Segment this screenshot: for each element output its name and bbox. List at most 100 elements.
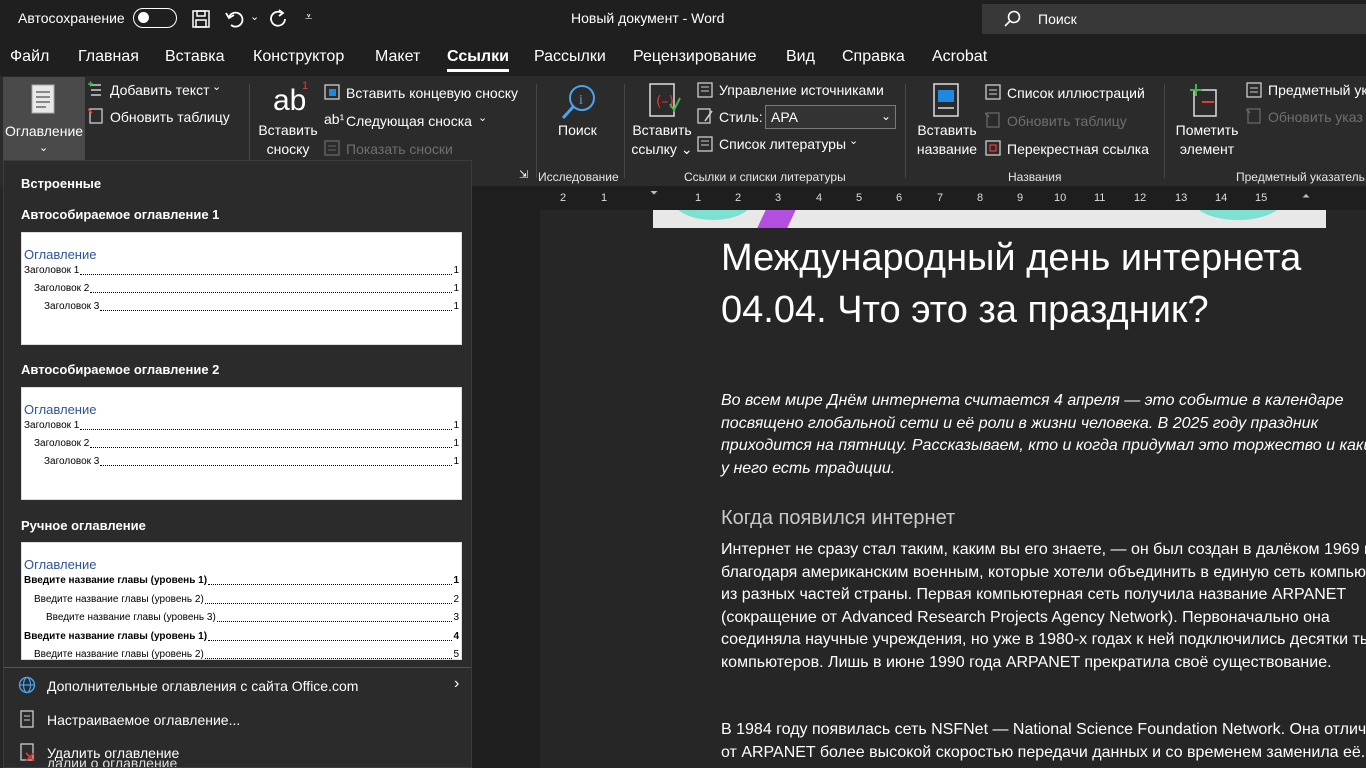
insert-footnote-line2: сноску — [266, 141, 310, 157]
insert-citation-line2: ссылку — [631, 141, 677, 157]
custom-toc-menu-item[interactable]: Настраиваемое оглавление... — [47, 712, 240, 728]
tab-mailings[interactable]: Рассылки — [534, 48, 606, 66]
insert-index-button[interactable]: Предметный ук — [1268, 82, 1366, 98]
ruler-indent-marker[interactable]: ⏷ — [650, 188, 658, 199]
footnote-superscript: 1 — [302, 80, 309, 92]
toc-preview-title: Оглавление — [24, 402, 97, 417]
redo-icon[interactable] — [267, 8, 289, 30]
add-text-dropdown-icon[interactable]: ⌄ — [212, 80, 221, 93]
separator — [624, 84, 625, 178]
dot-leader — [216, 612, 453, 622]
dialog-launcher-icon[interactable]: ⇲ — [519, 168, 528, 181]
toc-button[interactable]: Оглавление ⌄ — [3, 77, 85, 163]
insert-caption-line1: Вставить — [917, 122, 977, 138]
search-placeholder: Поиск — [1038, 11, 1077, 27]
undo-icon[interactable] — [224, 8, 246, 30]
dot-leader — [80, 420, 453, 430]
toc-line: Введите название главы (уровень 2) 5 — [24, 649, 459, 660]
tab-review[interactable]: Рецензирование — [633, 48, 757, 66]
toc-line-text: Введите название главы (уровень 1) — [24, 575, 208, 586]
customize-toolbar-icon[interactable]: ⩡ — [305, 9, 327, 31]
tab-design[interactable]: Конструктор — [253, 48, 344, 66]
toc-line-page: 1 — [453, 438, 459, 449]
toc-line: Введите название главы (уровень 3) 3 — [24, 612, 459, 626]
insert-endnote-button[interactable]: Вставить концевую сноску — [346, 85, 518, 101]
search-button[interactable]: Поиск — [558, 122, 597, 138]
bibliography-button[interactable]: Список литературы — [719, 136, 846, 152]
next-footnote-dropdown-icon[interactable]: ⌄ — [478, 111, 487, 124]
toc-line-text: Заголовок 2 — [34, 438, 90, 449]
ruler-tick: 6 — [896, 192, 903, 204]
insert-footnote-button[interactable]: Вставить сноску — [255, 121, 321, 159]
manage-sources-button[interactable]: Управление источниками — [719, 82, 884, 98]
endnote-icon — [324, 84, 340, 100]
show-notes-button: Показать сноски — [346, 141, 453, 157]
tab-help[interactable]: Справка — [842, 48, 905, 66]
auto-toc-1-preview[interactable]: Оглавление Заголовок 1 1 Заголовок 2 1 Заг… — [21, 232, 462, 345]
auto-toc-1-name: Автособираемое оглавление 1 — [21, 207, 220, 222]
research-group-label: Исследование — [538, 170, 619, 184]
style-select[interactable]: APA ⌄ — [765, 105, 896, 129]
update-index-icon — [1246, 108, 1261, 124]
dot-leader — [80, 265, 453, 275]
toc-gallery-panel: Встроенные Автособираемое оглавление 1 О… — [3, 160, 472, 768]
save-icon[interactable] — [190, 8, 212, 30]
toc-line-text: Заголовок 1 — [24, 420, 80, 431]
more-tocs-menu-item[interactable]: Дополнительные оглавления с сайта Office… — [47, 678, 358, 694]
banner-shape — [673, 210, 753, 220]
list-illustrations-button[interactable]: Список иллюстраций — [1007, 85, 1145, 101]
tab-references[interactable]: Ссылки — [447, 48, 509, 72]
toc-line: Заголовок 2 1 — [24, 283, 459, 297]
insert-citation-button[interactable]: Вставить ссылку ⌄ — [630, 121, 694, 159]
toc-line-page: 3 — [453, 612, 459, 623]
toc-line-page: 1 — [453, 575, 459, 586]
tab-insert[interactable]: Вставка — [165, 48, 224, 66]
ruler-tick: 10 — [1054, 192, 1067, 204]
tab-layout[interactable]: Макет — [375, 48, 420, 66]
tab-view[interactable]: Вид — [786, 48, 815, 66]
mark-entry-button[interactable]: Пометить элемент — [1172, 121, 1242, 159]
auto-toc-2-preview[interactable]: Оглавление Заголовок 1 1 Заголовок 2 1 Заг… — [21, 387, 462, 500]
show-notes-icon — [324, 140, 340, 156]
toc-preview-title: Оглавление — [24, 557, 97, 572]
header-image — [653, 210, 1326, 228]
toc-preview-title: Оглавление — [24, 247, 97, 262]
horizontal-ruler[interactable]: 2 1 1 2 3 4 5 6 7 8 9 10 11 12 13 14 15 … — [472, 188, 1366, 207]
mark-entry-line2: элемент — [1179, 141, 1235, 157]
manual-toc-preview[interactable]: Оглавление Введите название главы (урове… — [21, 542, 462, 660]
update-table-button[interactable]: Обновить таблицу — [110, 109, 230, 125]
style-value: APA — [771, 109, 798, 125]
document-area[interactable]: 2 1 1 2 3 4 5 6 7 8 9 10 11 12 13 14 15 … — [472, 186, 1366, 768]
update-table-icon — [88, 108, 103, 124]
insert-caption-button[interactable]: Вставить название — [912, 121, 982, 159]
next-footnote-button[interactable]: Следующая сноска — [346, 113, 472, 129]
add-text-button[interactable]: Добавить текст — [110, 82, 210, 98]
bibliography-dropdown-icon[interactable]: ⌄ — [849, 134, 858, 147]
search-box[interactable]: Поиск — [982, 4, 1366, 34]
separator — [1164, 84, 1165, 178]
document-page[interactable]: Международный день интернета 04.04. Что … — [540, 210, 1366, 768]
tab-acrobat[interactable]: Acrobat — [932, 48, 987, 66]
cross-reference-button[interactable]: Перекрестная ссылка — [1007, 141, 1149, 157]
insert-citation-line1: Вставить — [632, 122, 692, 138]
dot-leader — [100, 456, 453, 466]
toc-line-text: Введите название главы (уровень 3) — [46, 612, 216, 623]
custom-toc-icon — [20, 710, 34, 728]
toc-line-text: Введите название главы (уровень 2) — [34, 649, 204, 660]
tab-home[interactable]: Главная — [78, 48, 139, 66]
ruler-tick: 1 — [695, 192, 702, 204]
autosave-toggle[interactable] — [133, 8, 177, 28]
autosave-label: Автосохранение — [18, 10, 125, 26]
tab-file[interactable]: Файл — [10, 48, 49, 66]
banner-shape — [751, 210, 801, 228]
builtin-header: Встроенные — [21, 176, 102, 191]
toc-line-page: 1 — [453, 301, 459, 312]
chevron-down-icon: ⌄ — [39, 142, 49, 154]
ruler-right-indent-marker[interactable]: ⏶ — [1302, 191, 1310, 202]
bibliography-icon — [697, 136, 713, 152]
toc-line-text: Заголовок 3 — [44, 456, 100, 467]
search-icon — [1004, 10, 1021, 27]
cross-reference-icon — [985, 140, 1001, 156]
toc-line-page: 4 — [453, 631, 459, 642]
mark-entry-line1: Пометить — [1175, 122, 1239, 138]
